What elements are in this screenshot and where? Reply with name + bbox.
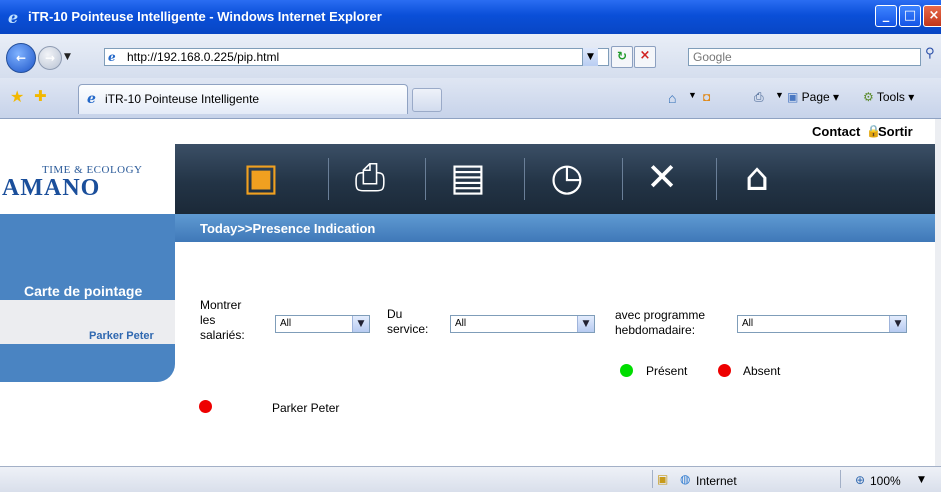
tab-page-icon: e [87, 91, 96, 107]
refresh-button[interactable]: ↻ [611, 46, 633, 68]
schedule-select[interactable]: All ▼ [737, 315, 907, 333]
page-menu[interactable]: ▣ Page ▾ [787, 90, 839, 104]
nav-separator [425, 158, 426, 200]
nav-separator [328, 158, 329, 200]
address-bar[interactable]: e http://192.168.0.225/pip.html [104, 48, 609, 66]
service-select[interactable]: All ▼ [450, 315, 595, 333]
content-panel [175, 242, 935, 466]
employees-select[interactable]: All ▼ [275, 315, 370, 333]
nav-tools-icon[interactable]: ✕ [637, 152, 687, 202]
home-dropdown-icon[interactable]: ▼ [688, 90, 697, 100]
globe-icon: ◍ [680, 472, 691, 486]
recent-pages-dropdown-icon[interactable]: ▼ [64, 52, 71, 62]
status-bar [0, 466, 941, 492]
vertical-scrollbar[interactable] [935, 119, 941, 466]
address-input[interactable]: http://192.168.0.225/pip.html [127, 50, 279, 64]
schedule-select-value: All [742, 318, 754, 329]
search-placeholder: Google [693, 50, 732, 64]
status-divider [840, 470, 841, 488]
nav-separator [716, 158, 717, 200]
legend-present: Présent [646, 364, 688, 378]
zoom-dropdown-icon[interactable]: ▼ [918, 475, 925, 485]
tools-gear-icon: ⚙ [863, 90, 877, 104]
new-tab-button[interactable] [412, 88, 442, 112]
address-dropdown-icon[interactable]: ▼ [582, 48, 598, 66]
print-icon[interactable]: ⎙ [754, 90, 764, 105]
absent-dot-icon [718, 364, 731, 377]
page-menu-label: Page [801, 90, 830, 104]
status-divider [652, 470, 653, 488]
page-icon: e [108, 50, 116, 64]
breadcrumb: Today>>Presence Indication [200, 221, 376, 236]
legend-absent: Absent [743, 364, 781, 378]
back-button[interactable]: ← [6, 43, 36, 73]
amano-logo: AMANO [2, 175, 101, 201]
tab-itr10[interactable]: e iTR-10 Pointeuse Intelligente [78, 84, 408, 114]
maximize-button[interactable]: □ [899, 5, 921, 27]
zoom-icon: ⊕ [855, 473, 866, 487]
service-filter-label: Du service: [387, 307, 429, 336]
home-icon[interactable]: ⌂ [668, 90, 676, 106]
schedule-filter-label: avec programme hebdomadaire: [615, 308, 706, 337]
close-button[interactable]: × [923, 5, 941, 27]
nav-home-icon[interactable]: ⌂ [732, 152, 782, 202]
stop-button[interactable]: × [634, 46, 656, 68]
sidebar-title: Carte de pointage [24, 283, 143, 299]
page-menu-icon: ▣ [787, 90, 802, 104]
tab-label: iTR-10 Pointeuse Intelligente [105, 92, 260, 106]
employee-name[interactable]: Parker Peter [272, 401, 339, 415]
employee-status-icon [199, 400, 212, 413]
present-dot-icon [620, 364, 633, 377]
nav-terminal-icon[interactable]: ⎙ [345, 152, 395, 202]
sidebar-item-employee[interactable]: Parker Peter [89, 330, 154, 342]
nav-separator [524, 158, 525, 200]
print-dropdown-icon[interactable]: ▼ [775, 90, 784, 100]
sortir-link[interactable]: Sortir [878, 124, 913, 139]
feeds-icon[interactable]: ◘ [703, 90, 710, 104]
nav-records-icon[interactable]: ▤ [443, 152, 493, 202]
employees-select-value: All [280, 318, 292, 329]
nav-separator [622, 158, 623, 200]
add-favorite-icon[interactable]: ✚ [34, 87, 47, 105]
employees-filter-label: Montrer les salariés: [200, 298, 245, 342]
service-select-value: All [455, 318, 467, 329]
chevron-down-icon: ▼ [352, 316, 369, 332]
window-title: iTR-10 Pointeuse Intelligente - Windows … [28, 9, 382, 24]
minimize-button[interactable]: _ [875, 5, 897, 27]
forward-button[interactable]: → [38, 46, 62, 70]
nav-employees-icon[interactable]: ▣ [236, 152, 286, 202]
protected-mode-icon[interactable]: ▣ [657, 472, 668, 486]
tools-menu[interactable]: ⚙ Tools ▾ [863, 90, 914, 104]
chevron-down-icon: ▼ [577, 316, 594, 332]
favorites-star-icon[interactable]: ★ [10, 87, 24, 106]
zone-label: Internet [696, 474, 737, 488]
nav-clock-icon[interactable]: ◷ [542, 152, 592, 202]
title-bar: e iTR-10 Pointeuse Intelligente - Window… [0, 0, 941, 34]
search-input[interactable]: Google [688, 48, 921, 66]
search-icon[interactable]: ⚲ [925, 46, 941, 66]
tools-menu-label: Tools [876, 90, 905, 104]
zoom-level[interactable]: 100% [870, 474, 901, 488]
chevron-down-icon: ▼ [889, 316, 906, 332]
contact-link[interactable]: Contact [812, 124, 860, 139]
ie-logo-icon: e [8, 8, 19, 27]
